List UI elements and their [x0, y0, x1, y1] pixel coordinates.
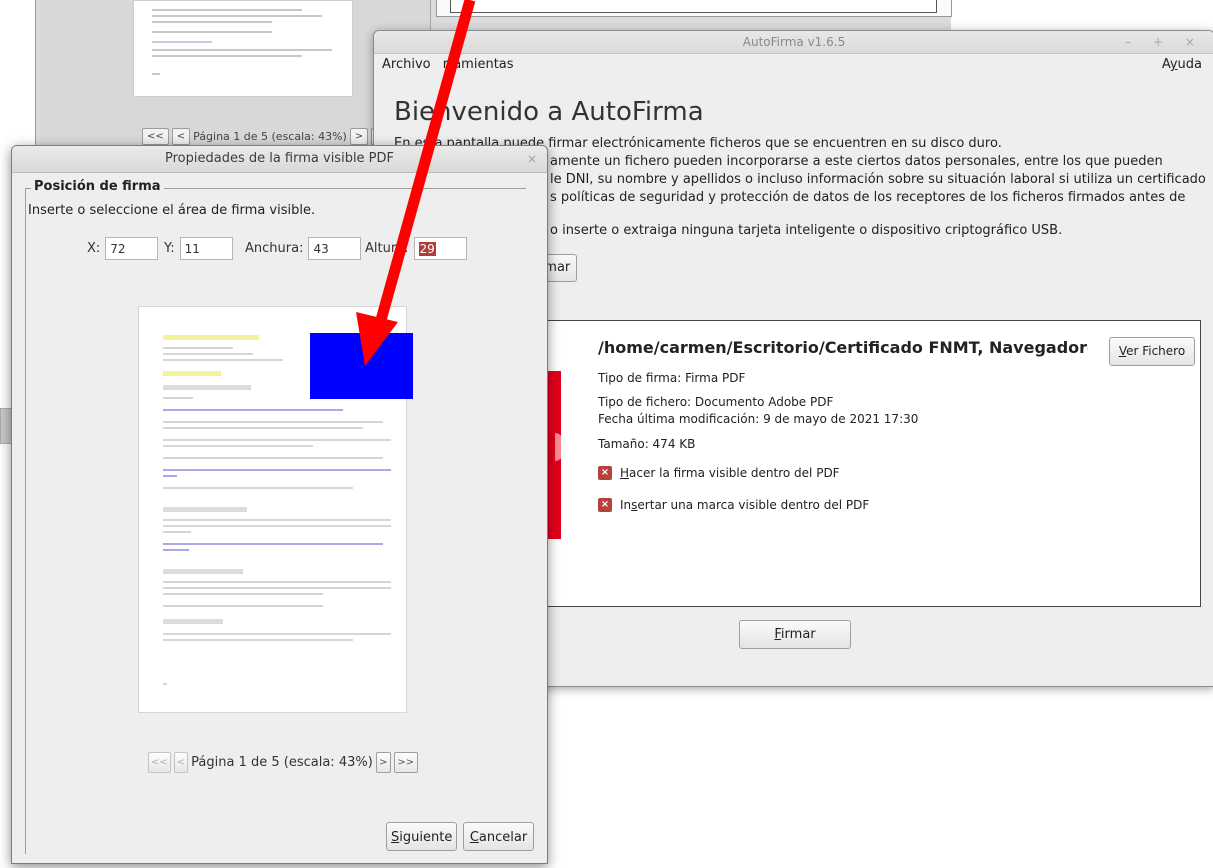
y-label: Y:	[164, 241, 175, 256]
bg-prev-page-button[interactable]: <	[171, 128, 191, 145]
height-label: Altura:	[365, 241, 409, 256]
menu-bar: Archivo rramientas Ayuda	[374, 54, 1213, 76]
menu-ayuda[interactable]: Ayuda	[1162, 54, 1202, 76]
height-field: Altura: 29	[365, 237, 467, 260]
sign-button[interactable]: Firmar	[739, 620, 851, 649]
width-label: Anchura:	[245, 241, 304, 256]
prev-page-button[interactable]: <	[173, 752, 189, 773]
visible-mark-text-a: In	[620, 498, 632, 512]
dialog-title: Propiedades de la firma visible PDF	[164, 151, 395, 166]
background-window-field	[450, 0, 937, 13]
file-size: Tamaño: 474 KB	[598, 437, 696, 451]
next-button[interactable]: Siguiente	[386, 822, 457, 851]
file-type: Tipo de fichero: Documento Adobe PDF	[598, 395, 834, 409]
height-input[interactable]: 29	[413, 237, 467, 260]
checkbox-icon: ×	[598, 466, 612, 480]
cancel-label: ancelar	[478, 830, 528, 845]
usb-warning: o inserte o extraiga ninguna tarjeta int…	[550, 223, 1063, 238]
window-controls[interactable]: – + ×	[1125, 31, 1204, 53]
view-file-mnemonic: V	[1118, 344, 1127, 358]
next-page-button[interactable]: >	[375, 752, 391, 773]
background-page-preview	[133, 0, 353, 97]
page-label: Página 1 de 5 (escala: 43%)	[191, 755, 373, 770]
checkbox-icon: ×	[598, 498, 612, 512]
next-label: iguiente	[399, 830, 453, 845]
menu-herramientas-label: rramientas	[442, 57, 514, 72]
view-file-button[interactable]: Ver Fichero	[1109, 337, 1195, 366]
page-pager: << < Página 1 de 5 (escala: 43%) > >>	[148, 752, 418, 773]
menu-herramientas[interactable]: rramientas	[443, 57, 514, 72]
background-pager: << < Página 1 de 5 (escala: 43%) > >>	[142, 128, 398, 145]
signature-type: Tipo de firma: Firma PDF	[598, 371, 746, 385]
dialog-titlebar: Propiedades de la firma visible PDF ×	[12, 146, 547, 173]
visible-signature-text: acer la firma visible dentro del PDF	[629, 466, 840, 480]
cancel-mnemonic: C	[469, 830, 479, 845]
cancel-button[interactable]: Cancelar	[463, 822, 534, 851]
file-modified: Fecha última modificación: 9 de mayo de …	[598, 412, 919, 426]
visible-signature-label: Hacer la firma visible dentro del PDF	[620, 466, 840, 480]
autofirma-titlebar: AutoFirma v1.6.5 – + ×	[374, 31, 1213, 54]
visible-mark-label: Insertar una marca visible dentro del PD…	[620, 498, 869, 512]
page-preview[interactable]	[138, 306, 413, 713]
menu-ayuda-rest: uda	[1177, 57, 1202, 72]
x-input[interactable]: 72	[105, 237, 159, 260]
menu-ayuda-a: A	[1161, 57, 1170, 72]
visible-mark-checkbox[interactable]: × Insertar una marca visible dentro del …	[598, 498, 869, 512]
width-input[interactable]: 43	[308, 237, 362, 260]
signature-area-rectangle[interactable]	[310, 333, 413, 399]
y-input[interactable]: 11	[179, 237, 233, 260]
y-coordinate: Y: 11	[164, 237, 233, 260]
welcome-heading: Bienvenido a AutoFirma	[394, 97, 704, 127]
bg-next-page-button[interactable]: >	[349, 128, 369, 145]
bg-first-page-button[interactable]: <<	[142, 128, 169, 145]
first-page-button[interactable]: <<	[148, 752, 171, 773]
visible-signature-mnemonic: H	[620, 466, 630, 480]
file-path: /home/carmen/Escritorio/Certificado FNMT…	[598, 338, 1088, 357]
pdf-icon-mark	[555, 433, 563, 461]
dialog-instructions: Inserte o seleccione el área de firma vi…	[28, 203, 316, 218]
signature-position-legend: Posición de firma	[31, 179, 164, 194]
bg-page-label: Página 1 de 5 (escala: 43%)	[193, 130, 347, 143]
window-title: AutoFirma v1.6.5	[742, 35, 846, 49]
close-icon[interactable]: ×	[527, 146, 537, 172]
last-page-button[interactable]: >>	[393, 752, 418, 773]
visible-signature-checkbox[interactable]: × Hacer la firma visible dentro del PDF	[598, 466, 840, 480]
visible-signature-dialog: Propiedades de la firma visible PDF × Po…	[11, 145, 548, 864]
x-coordinate: X: 72	[87, 237, 159, 260]
x-label: X:	[87, 241, 101, 256]
menu-archivo[interactable]: Archivo	[382, 57, 431, 72]
sign-button-label: irmar	[780, 627, 816, 642]
height-selected-value: 29	[418, 242, 436, 256]
view-file-label: er Fichero	[1126, 344, 1186, 358]
menu-ayuda-mnemonic: y	[1169, 57, 1178, 72]
visible-mark-text-b: ertar una marca visible dentro del PDF	[637, 498, 870, 512]
width-field: Anchura: 43	[245, 237, 362, 260]
